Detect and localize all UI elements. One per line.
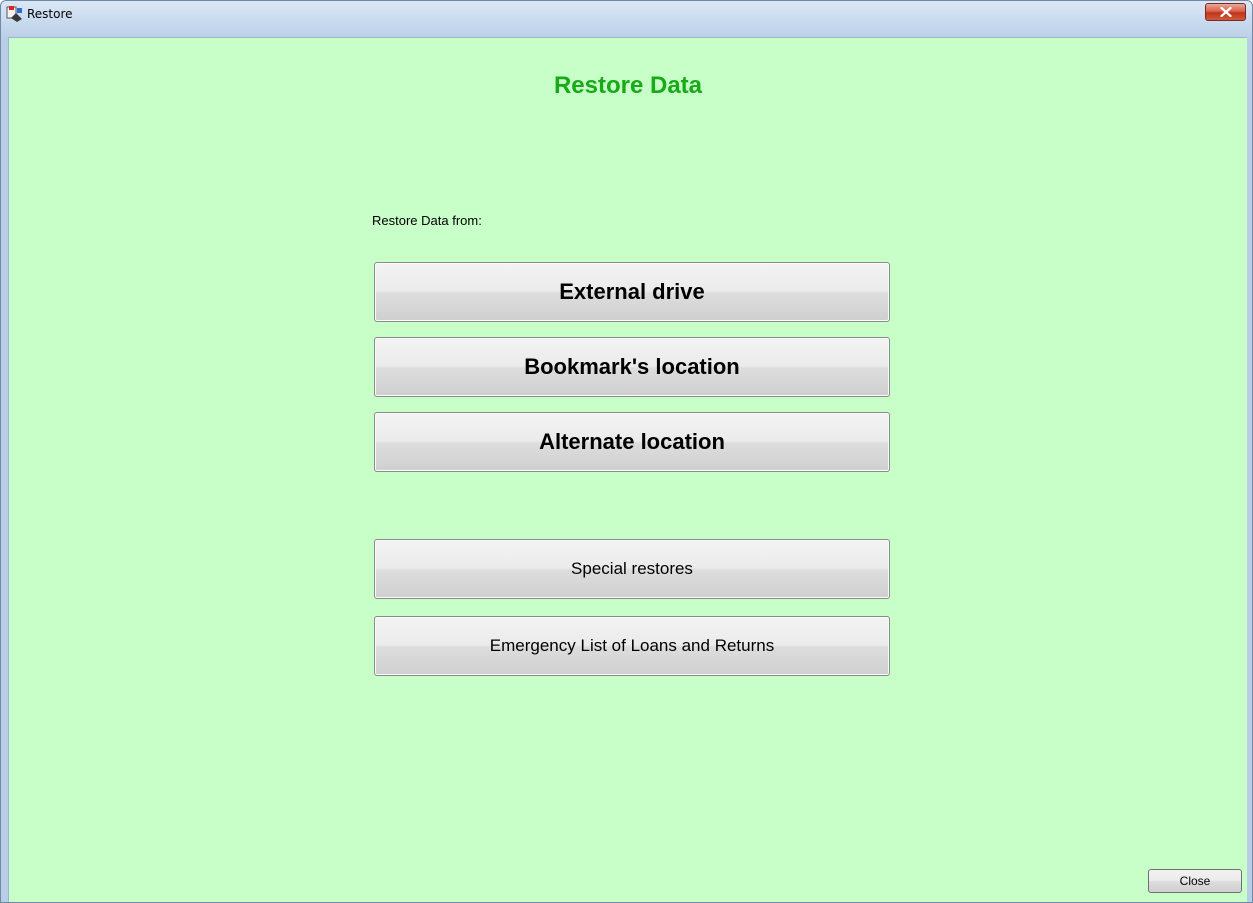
page-title: Restore Data xyxy=(553,72,703,99)
emergency-loans-returns-button[interactable]: Emergency List of Loans and Returns xyxy=(374,616,890,676)
bookmarks-location-button[interactable]: Bookmark's location xyxy=(374,337,890,397)
close-button[interactable]: Close xyxy=(1148,869,1242,893)
restore-from-label: Restore Data from: xyxy=(372,213,482,228)
restore-panel: Restore Data Restore Data from: External… xyxy=(8,37,1247,902)
close-x-icon xyxy=(1219,7,1232,17)
window-close-button[interactable] xyxy=(1205,3,1246,21)
alternate-location-button[interactable]: Alternate location xyxy=(374,412,890,472)
restore-window: Restore Restore Data Restore Data from: … xyxy=(0,0,1253,903)
special-restores-button[interactable]: Special restores xyxy=(374,539,890,599)
window-title: Restore xyxy=(27,7,73,21)
external-drive-button[interactable]: External drive xyxy=(374,262,890,322)
restore-app-icon xyxy=(6,5,24,23)
title-bar[interactable]: Restore xyxy=(1,1,1252,37)
